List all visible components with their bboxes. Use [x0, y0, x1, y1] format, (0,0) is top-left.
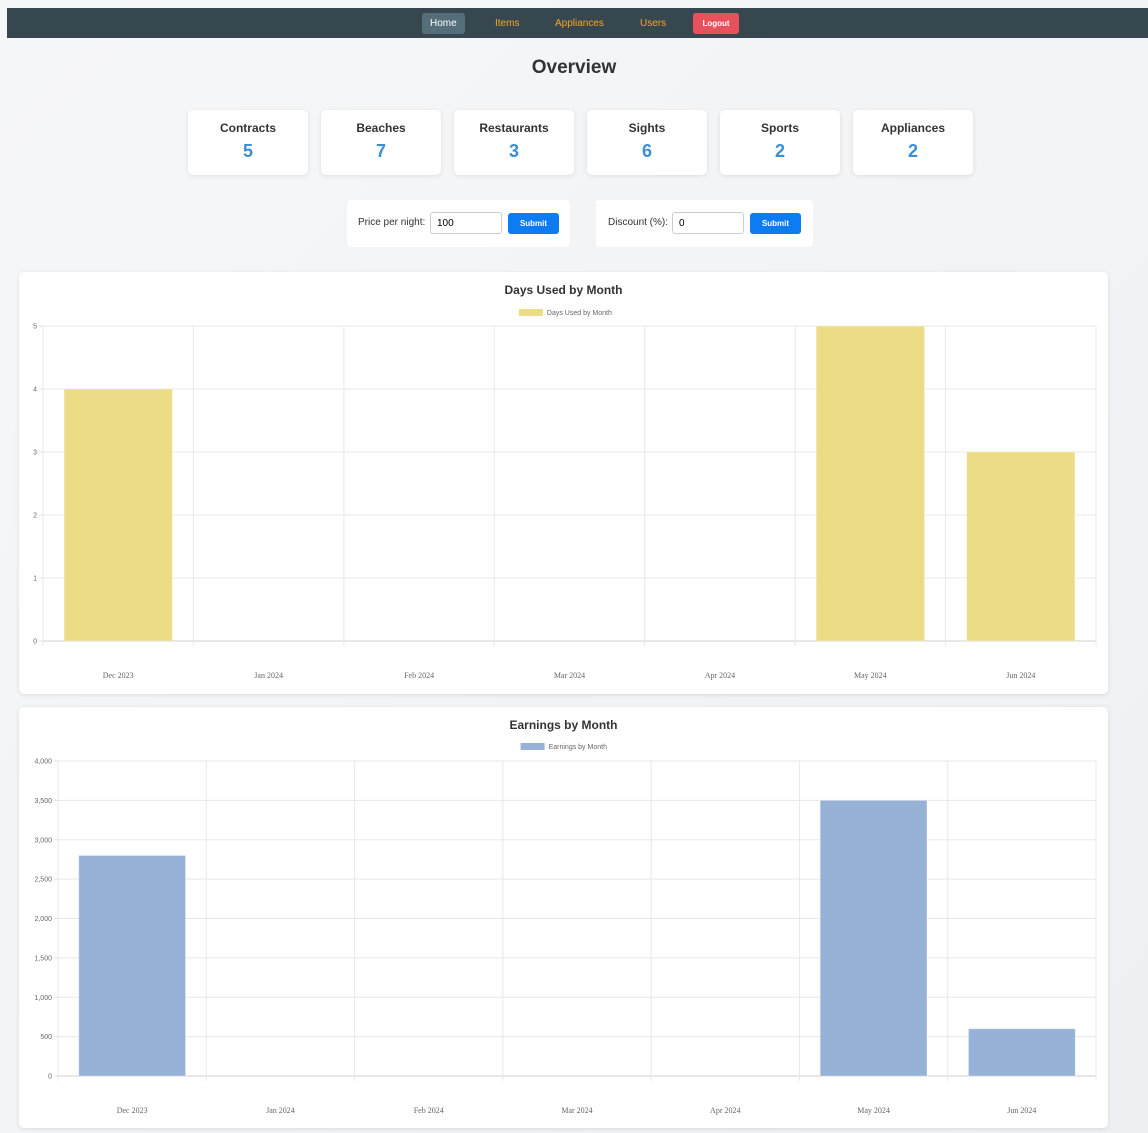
nav-users[interactable]: Users [632, 13, 674, 34]
x-tick-label: Dec 2023 [117, 1106, 148, 1115]
bar-jun-2024[interactable] [967, 1028, 1076, 1077]
y-tick-label: 1,000 [34, 995, 52, 1002]
price-input[interactable] [430, 212, 502, 234]
x-tick-label: Apr 2024 [710, 1106, 740, 1115]
nav-items[interactable]: Items [487, 13, 527, 34]
x-tick-label: May 2024 [857, 1106, 890, 1115]
price-submit-button[interactable]: Submit [508, 213, 559, 234]
y-tick-label: 3,000 [34, 837, 52, 844]
discount-form: Discount (%): Submit [596, 200, 813, 247]
stat-card-beaches: Beaches 7 [321, 110, 441, 175]
stat-value: 2 [774, 141, 785, 161]
nav-home[interactable]: Home [422, 13, 465, 34]
legend-label: Days Used by Month [547, 310, 612, 317]
logout-button[interactable]: Logout [693, 13, 739, 34]
page-title: Overview [531, 57, 617, 78]
y-tick-label: 5 [33, 324, 37, 331]
days-used-chart: Days Used by Month Days Used by Month 0 1 2 3… [33, 283, 1097, 680]
legend-swatch [518, 309, 543, 316]
discount-submit-button[interactable]: Submit [750, 213, 801, 234]
stat-card-sights: Sights 6 [587, 110, 707, 175]
stat-card-appliances: Appliances 2 [853, 110, 973, 175]
stat-label: Beaches [356, 121, 406, 135]
discount-label: Discount (%): [608, 217, 669, 228]
stat-value: 2 [907, 141, 918, 161]
legend-label: Earnings by Month [549, 744, 607, 751]
y-tick-label: 3 [33, 450, 37, 457]
stat-value: 5 [242, 141, 253, 161]
x-tick-label: Apr 2024 [705, 671, 735, 680]
x-tick-label: Jan 2024 [254, 671, 283, 680]
x-tick-label: Feb 2024 [414, 1106, 444, 1115]
top-navbar: Home Items Appliances Users Logout [7, 8, 1148, 38]
x-tick-label: Feb 2024 [404, 671, 434, 680]
stat-value: 7 [375, 141, 386, 161]
stat-label: Sights [628, 121, 666, 135]
chart-title: Earnings by Month [510, 718, 618, 732]
days-used-chart-card: Days Used by Month Days Used by Month 0 1 2 3… [19, 272, 1108, 694]
price-label: Price per night: [358, 217, 426, 228]
y-tick-label: 2,500 [34, 877, 52, 884]
bar-may-2024[interactable] [819, 799, 928, 1077]
bar-dec-2023[interactable] [63, 388, 173, 642]
bar-may-2024[interactable] [815, 325, 926, 642]
x-tick-label: Dec 2023 [103, 671, 134, 680]
stat-card-contracts: Contracts 5 [188, 110, 308, 175]
x-tick-label: Jun 2024 [1007, 1106, 1036, 1115]
stat-label: Sports [760, 121, 799, 135]
y-tick-label: 4 [33, 387, 37, 394]
chart-title: Days Used by Month [504, 283, 622, 297]
y-tick-label: 0 [33, 639, 37, 646]
x-tick-label: Jan 2024 [266, 1106, 295, 1115]
stat-label: Appliances [880, 121, 946, 135]
y-tick-label: 1 [33, 576, 37, 583]
y-tick-label: 3,500 [34, 798, 52, 805]
stat-card-sports: Sports 2 [720, 110, 840, 175]
earnings-chart-card: Earnings by Month Earnings by Month 0 500 1,… [19, 707, 1108, 1128]
discount-input[interactable] [672, 212, 744, 234]
y-tick-label: 500 [40, 1034, 52, 1041]
x-tick-label: Mar 2024 [554, 671, 585, 680]
bar-dec-2023[interactable] [78, 855, 187, 1077]
bar-jun-2024[interactable] [966, 451, 1076, 642]
y-tick-label: 0 [48, 1074, 52, 1081]
stat-label: Restaurants [479, 121, 549, 135]
nav-appliances[interactable]: Appliances [547, 13, 612, 34]
price-form: Price per night: Submit [347, 200, 570, 247]
stat-value: 6 [641, 141, 652, 161]
y-tick-label: 1,500 [34, 955, 52, 962]
stat-value: 3 [508, 141, 519, 161]
y-tick-label: 2 [33, 513, 37, 520]
y-tick-label: 4,000 [34, 759, 52, 766]
legend-swatch [520, 743, 545, 750]
stat-card-restaurants: Restaurants 3 [454, 110, 574, 175]
x-tick-label: May 2024 [854, 671, 887, 680]
x-tick-label: Jun 2024 [1006, 671, 1035, 680]
y-tick-label: 2,000 [34, 916, 52, 923]
earnings-chart: Earnings by Month Earnings by Month 0 500 1,… [34, 718, 1097, 1115]
stat-label: Contracts [219, 121, 276, 135]
x-tick-label: Mar 2024 [561, 1106, 592, 1115]
